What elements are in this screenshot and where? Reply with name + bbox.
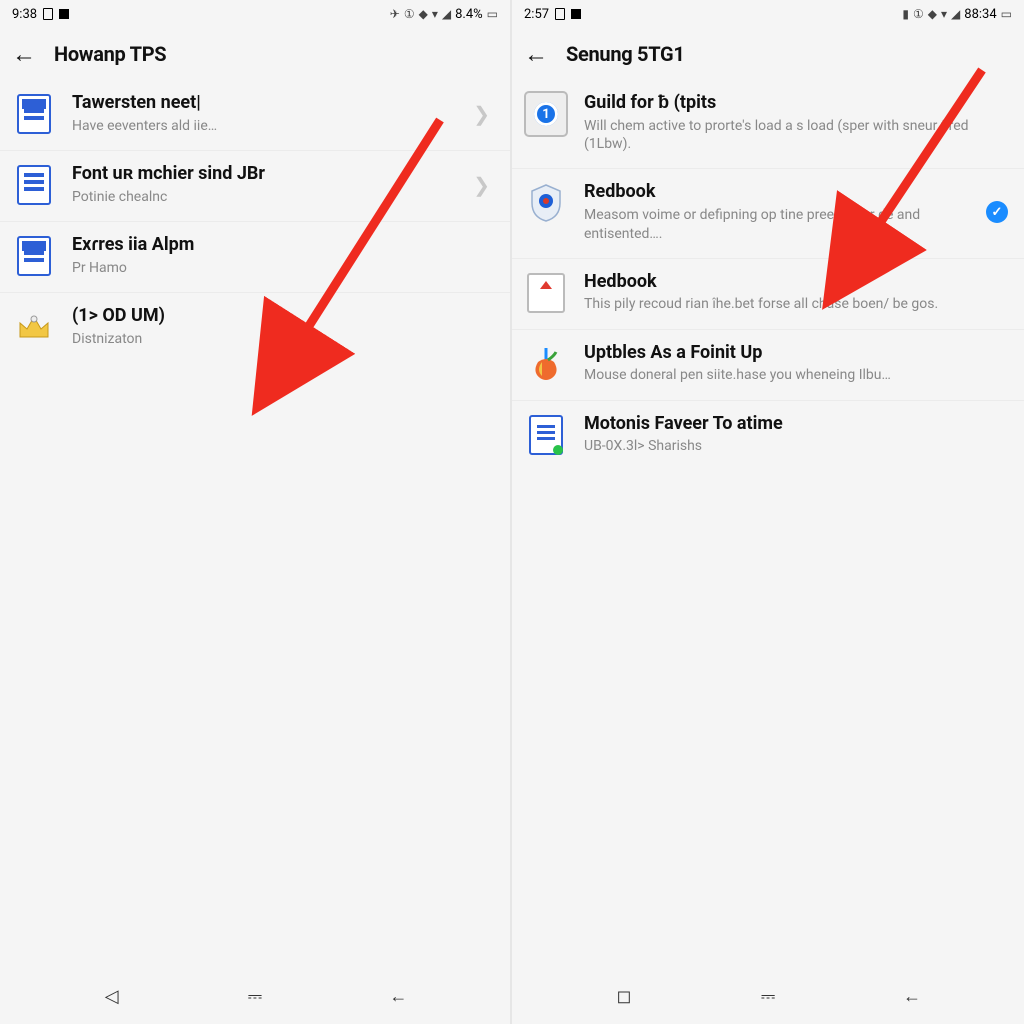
send-icon: ✈ bbox=[390, 7, 400, 21]
signal-icon: ◢ bbox=[951, 7, 960, 21]
status-battery: 88:34 bbox=[964, 7, 996, 22]
list-item[interactable]: Font uʀ mchier sind JBr Potinie chealnc … bbox=[0, 151, 510, 222]
back-button[interactable]: ← bbox=[524, 40, 548, 69]
page-title: Howanp TPS bbox=[54, 42, 166, 66]
status-time: 2:57 bbox=[524, 7, 549, 22]
wifi2-icon: ▾ bbox=[432, 7, 438, 21]
chevron-right-icon: ❯ bbox=[473, 102, 494, 126]
navbar-right: ◻ ⎓ ← bbox=[512, 968, 1024, 1024]
navbar-left: ◁ ⎓ ← bbox=[0, 968, 510, 1024]
header-right: ← Senung 5TG1 bbox=[512, 28, 1024, 80]
crown-icon bbox=[16, 311, 52, 343]
item-subtitle: Measom voime or defipning op tine preent… bbox=[584, 206, 970, 244]
status-time: 9:38 bbox=[12, 7, 37, 22]
settings-list-right: 1 Guild for ƀ (tpits Will chem active to… bbox=[512, 80, 1024, 968]
item-title: Redbook bbox=[584, 181, 970, 204]
nav-home-button[interactable]: ⎓ bbox=[235, 986, 275, 1007]
item-subtitle: Potinie chealnc bbox=[72, 188, 457, 207]
item-title: Exɾres iіa Alpm bbox=[72, 234, 494, 257]
notif-icon bbox=[43, 8, 53, 20]
badge-icon: 1 bbox=[524, 91, 568, 137]
phone-right: 2:57 ▮ ① ◆ ▾ ◢ 88:34 ▭ ← Senung 5TG1 1 bbox=[512, 0, 1024, 1024]
notif-square-icon bbox=[59, 9, 69, 19]
list-item[interactable]: 1 Guild for ƀ (tpits Will chem active to… bbox=[512, 80, 1024, 169]
check-icon: ✓ bbox=[986, 201, 1008, 223]
item-subtitle: Will chem active to prorte's load a s lo… bbox=[584, 117, 1008, 155]
item-subtitle: Distnizaton bbox=[72, 330, 494, 349]
nav-home-button[interactable]: ⎓ bbox=[748, 986, 788, 1007]
statusbar-right: 2:57 ▮ ① ◆ ▾ ◢ 88:34 ▭ bbox=[512, 0, 1024, 28]
book-up-icon bbox=[527, 273, 565, 313]
item-title: Tawersten neet| bbox=[72, 92, 457, 115]
item-title: Uptbles As a Foіnit Up bbox=[584, 342, 1008, 365]
list-item[interactable]: Exɾres iіa Alpm Pr Hamo bbox=[0, 222, 510, 293]
list-item[interactable]: Hedbook This pily recoud rian îhe.bet fo… bbox=[512, 259, 1024, 330]
wifi2-icon: ▾ bbox=[941, 7, 947, 21]
fruit-icon bbox=[528, 346, 564, 382]
statusbar-left: 9:38 ✈ ① ◆ ▾ ◢ 8.4% ▭ bbox=[0, 0, 510, 28]
item-title: Font uʀ mchier sind JBr bbox=[72, 163, 457, 186]
page-title: Senung 5TG1 bbox=[566, 42, 685, 66]
item-subtitle: UB-0X.3l> Sharishs bbox=[584, 437, 1008, 456]
doc-icon bbox=[17, 94, 51, 134]
note-icon bbox=[529, 415, 563, 455]
item-subtitle: Pr Hamo bbox=[72, 259, 494, 278]
list-item[interactable]: Tawersten neet| Have eeventers ald iie… … bbox=[0, 80, 510, 151]
list-item[interactable]: Uptbles As a Foіnit Up Mouse doneral pen… bbox=[512, 330, 1024, 401]
clock-icon: ① bbox=[404, 7, 415, 21]
notif-square-icon bbox=[571, 9, 581, 19]
item-title: (1> OD UM) bbox=[72, 305, 494, 328]
nav-recent-button[interactable]: ← bbox=[892, 986, 932, 1007]
nav-recent-button[interactable]: ← bbox=[378, 986, 418, 1007]
list-item[interactable]: Redbook Measom voime or defipning op tin… bbox=[512, 169, 1024, 258]
item-subtitle: Mouse doneral pen siite.hase you whenein… bbox=[584, 366, 1008, 385]
list-item[interactable]: Motonis Faveer To atime UB-0X.3l> Sharis… bbox=[512, 401, 1024, 471]
send-icon: ▮ bbox=[902, 7, 909, 21]
chevron-right-icon: ❯ bbox=[473, 173, 494, 197]
nav-back-button[interactable]: ◻ bbox=[604, 986, 644, 1007]
list-item[interactable]: (1> OD UM) Distnizaton bbox=[0, 293, 510, 363]
doc-icon bbox=[17, 165, 51, 205]
status-battery: 8.4% bbox=[455, 7, 483, 22]
doc-icon bbox=[17, 236, 51, 276]
back-button[interactable]: ← bbox=[12, 40, 36, 69]
wifi-icon: ◆ bbox=[419, 7, 428, 21]
settings-list-left: Tawersten neet| Have eeventers ald iie… … bbox=[0, 80, 510, 968]
battery-icon: ▭ bbox=[487, 7, 498, 21]
shield-icon bbox=[528, 183, 564, 223]
item-title: Hedbook bbox=[584, 271, 1008, 294]
item-title: Guild for ƀ (tpits bbox=[584, 92, 1008, 115]
item-subtitle: Have eeventers ald iie… bbox=[72, 117, 457, 136]
clock-icon: ① bbox=[913, 7, 924, 21]
wifi-icon: ◆ bbox=[928, 7, 937, 21]
header-left: ← Howanp TPS bbox=[0, 28, 510, 80]
item-title: Motonis Faveer To atime bbox=[584, 413, 1008, 436]
phone-left: 9:38 ✈ ① ◆ ▾ ◢ 8.4% ▭ ← Howanp TPS Taw bbox=[0, 0, 512, 1024]
battery-icon: ▭ bbox=[1001, 7, 1012, 21]
nav-back-button[interactable]: ◁ bbox=[92, 986, 132, 1007]
item-subtitle: This pily recoud rian îhe.bet forse all … bbox=[584, 295, 1008, 314]
notif-icon bbox=[555, 8, 565, 20]
signal-icon: ◢ bbox=[442, 7, 451, 21]
